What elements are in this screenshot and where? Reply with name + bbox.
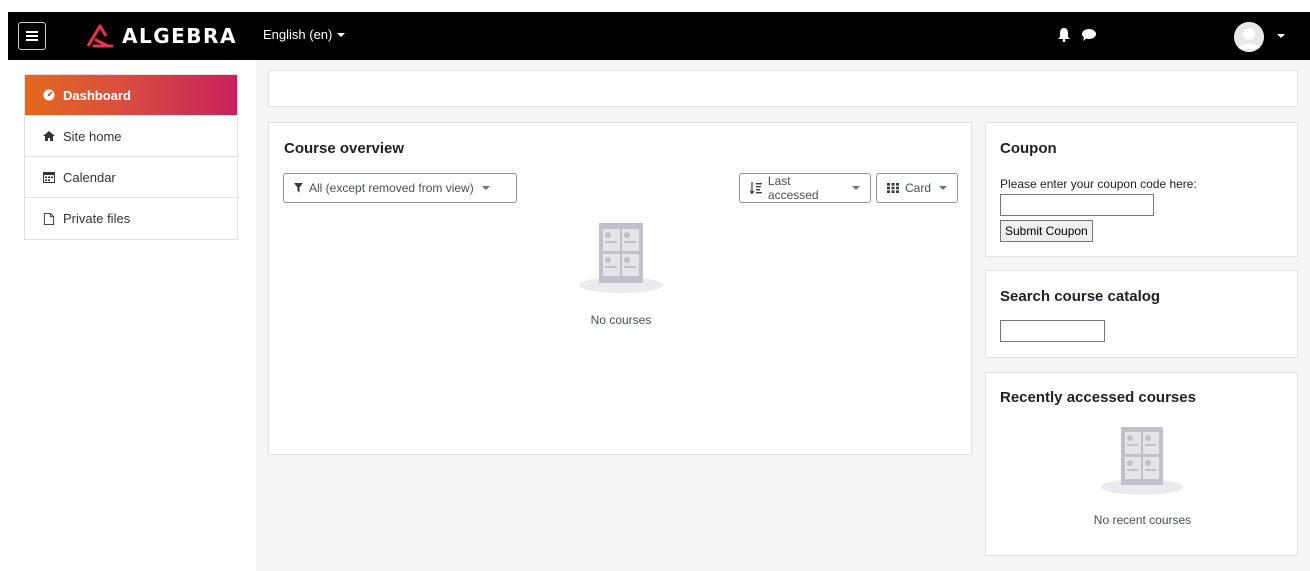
- submit-coupon-button[interactable]: Submit Coupon: [1000, 220, 1093, 242]
- calendar-icon: [43, 172, 55, 183]
- menu-icon: [26, 31, 38, 41]
- coupon-card: Coupon Please enter your coupon code her…: [985, 122, 1298, 257]
- chat-icon[interactable]: [1082, 29, 1096, 41]
- sidebar-nav: Dashboard Site home Calendar Private fil…: [24, 74, 238, 240]
- bell-icon[interactable]: [1058, 28, 1070, 42]
- chevron-down-icon: [481, 186, 490, 190]
- algebra-logo-icon: [86, 24, 114, 48]
- view-dropdown-button[interactable]: Card: [876, 173, 958, 203]
- user-avatar[interactable]: [1234, 22, 1264, 52]
- user-icon: [1234, 22, 1264, 52]
- no-recent-courses-text: No recent courses: [1093, 513, 1192, 527]
- page-header-bar: [268, 70, 1298, 107]
- course-overview-title: Course overview: [284, 140, 405, 157]
- coupon-prompt: Please enter your coupon code here:: [1000, 177, 1197, 191]
- file-icon: [43, 212, 55, 225]
- sort-dropdown-button[interactable]: Last accessed: [739, 173, 871, 203]
- language-menu[interactable]: English (en): [263, 27, 346, 42]
- grid-icon: [887, 183, 899, 193]
- brand-name: ALGEBRA: [122, 24, 237, 48]
- chevron-down-icon: [939, 186, 947, 190]
- top-navbar: ALGEBRA English (en): [8, 12, 1310, 60]
- home-icon: [43, 131, 55, 141]
- filter-dropdown-button[interactable]: All (except removed from view): [283, 173, 517, 203]
- sidebar-item-site-home[interactable]: Site home: [25, 116, 237, 157]
- sidebar-item-label: Private files: [63, 211, 131, 226]
- chevron-down-icon: [337, 32, 346, 37]
- language-label: English (en): [263, 27, 333, 42]
- sidebar-item-label: Calendar: [63, 169, 116, 185]
- search-catalog-card: Search course catalog: [985, 270, 1298, 358]
- sort-icon: [750, 182, 762, 194]
- filter-icon: [294, 183, 303, 193]
- user-menu-caret-icon[interactable]: [1277, 34, 1285, 38]
- search-catalog-title: Search course catalog: [1000, 288, 1161, 305]
- view-label: Card: [904, 181, 931, 195]
- dashboard-icon: [43, 89, 55, 101]
- sidebar: Dashboard Site home Calendar Private fil…: [8, 60, 256, 571]
- catalog-search-input[interactable]: [1000, 320, 1105, 342]
- course-overview-card: Course overview All (except removed from…: [268, 122, 972, 455]
- no-courses-text: No courses: [590, 313, 652, 327]
- sidebar-item-calendar[interactable]: Calendar: [25, 157, 237, 198]
- sidebar-item-label: Dashboard: [63, 87, 131, 103]
- sort-label: Last accessed: [767, 174, 819, 202]
- no-courses-illustration-icon: [579, 223, 663, 293]
- menu-toggle-button[interactable]: [18, 22, 46, 50]
- no-recent-courses-illustration-icon: [1101, 427, 1183, 495]
- coupon-code-input[interactable]: [1000, 194, 1154, 216]
- app-frame: ALGEBRA English (en) Dashboard Site home…: [8, 12, 1310, 571]
- sidebar-item-private-files[interactable]: Private files: [25, 198, 237, 239]
- chevron-down-icon: [852, 186, 860, 190]
- recent-courses-title: Recently accessed courses: [1000, 389, 1196, 406]
- sidebar-item-dashboard[interactable]: Dashboard: [25, 75, 237, 116]
- recent-courses-card: Recently accessed courses No recent cour…: [985, 372, 1298, 556]
- coupon-title: Coupon: [1000, 140, 1057, 157]
- brand-logo[interactable]: ALGEBRA: [86, 22, 237, 50]
- sidebar-item-label: Site home: [63, 128, 122, 144]
- filter-label: All (except removed from view): [309, 181, 474, 195]
